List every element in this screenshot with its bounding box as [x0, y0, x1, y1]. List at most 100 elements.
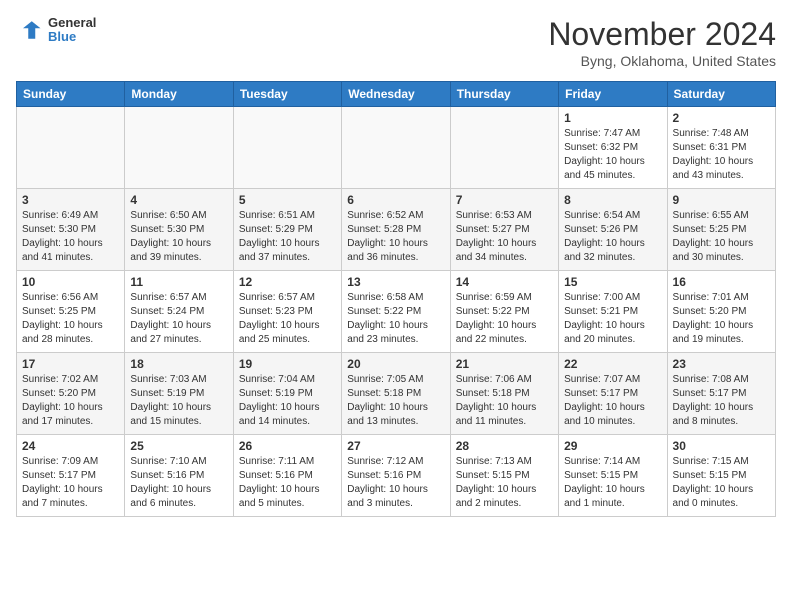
- day-cell: 16Sunrise: 7:01 AM Sunset: 5:20 PM Dayli…: [667, 271, 775, 353]
- day-info: Sunrise: 7:05 AM Sunset: 5:18 PM Dayligh…: [347, 373, 444, 429]
- week-row-1: 3 Sunrise: 6:49 AM Sunset: 5:30 PM Daylig…: [17, 189, 776, 271]
- day-info: Sunrise: 6:57 AM Sunset: 5:23 PM Dayligh…: [239, 291, 336, 347]
- day-number: 23: [673, 357, 770, 371]
- day-cell: [17, 107, 125, 189]
- day-number: 3: [22, 193, 119, 207]
- day-cell: 17 Sunrise: 7:02 AM Sunset: 5:20 PM Dayli…: [17, 353, 125, 435]
- day-number: 8: [564, 193, 661, 207]
- day-cell: 19 Sunrise: 7:04 AM Sunset: 5:19 PM Dayli…: [233, 353, 341, 435]
- day-cell: 7Sunrise: 6:53 AM Sunset: 5:27 PM Daylig…: [450, 189, 558, 271]
- day-cell: [342, 107, 450, 189]
- day-info: Sunrise: 7:07 AM Sunset: 5:17 PM Dayligh…: [564, 373, 661, 429]
- day-number: 21: [456, 357, 553, 371]
- day-number: 10: [22, 275, 119, 289]
- page-header: General Blue November 2024 Byng, Oklahom…: [16, 16, 776, 69]
- day-cell: 26Sunrise: 7:11 AM Sunset: 5:16 PM Dayli…: [233, 435, 341, 517]
- day-cell: 11Sunrise: 6:57 AM Sunset: 5:24 PM Dayli…: [125, 271, 233, 353]
- header-day-saturday: Saturday: [667, 82, 775, 107]
- day-info: Sunrise: 7:47 AM Sunset: 6:32 PM Dayligh…: [564, 127, 661, 183]
- day-cell: 3 Sunrise: 6:49 AM Sunset: 5:30 PM Daylig…: [17, 189, 125, 271]
- day-info: Sunrise: 6:59 AM Sunset: 5:22 PM Dayligh…: [456, 291, 553, 347]
- day-number: 30: [673, 439, 770, 453]
- day-info: Sunrise: 6:58 AM Sunset: 5:22 PM Dayligh…: [347, 291, 444, 347]
- day-number: 25: [130, 439, 227, 453]
- header-day-thursday: Thursday: [450, 82, 558, 107]
- day-info: Sunrise: 6:54 AM Sunset: 5:26 PM Dayligh…: [564, 209, 661, 265]
- day-info: Sunrise: 7:01 AM Sunset: 5:20 PM Dayligh…: [673, 291, 770, 347]
- header-day-sunday: Sunday: [17, 82, 125, 107]
- day-cell: 4Sunrise: 6:50 AM Sunset: 5:30 PM Daylig…: [125, 189, 233, 271]
- day-info: Sunrise: 7:14 AM Sunset: 5:15 PM Dayligh…: [564, 455, 661, 511]
- day-cell: 6Sunrise: 6:52 AM Sunset: 5:28 PM Daylig…: [342, 189, 450, 271]
- calendar-header: SundayMondayTuesdayWednesdayThursdayFrid…: [17, 82, 776, 107]
- header-day-tuesday: Tuesday: [233, 82, 341, 107]
- day-info: Sunrise: 7:10 AM Sunset: 5:16 PM Dayligh…: [130, 455, 227, 511]
- day-info: Sunrise: 7:13 AM Sunset: 5:15 PM Dayligh…: [456, 455, 553, 511]
- day-info: Sunrise: 6:49 AM Sunset: 5:30 PM Dayligh…: [22, 209, 119, 265]
- logo-icon: [16, 16, 44, 44]
- day-info: Sunrise: 6:55 AM Sunset: 5:25 PM Dayligh…: [673, 209, 770, 265]
- day-cell: 27 Sunrise: 7:12 AM Sunset: 5:16 PM Dayli…: [342, 435, 450, 517]
- day-cell: 15Sunrise: 7:00 AM Sunset: 5:21 PM Dayli…: [559, 271, 667, 353]
- day-info: Sunrise: 7:00 AM Sunset: 5:21 PM Dayligh…: [564, 291, 661, 347]
- day-number: 17: [22, 357, 119, 371]
- day-cell: 18 Sunrise: 7:03 AM Sunset: 5:19 PM Dayli…: [125, 353, 233, 435]
- day-number: 14: [456, 275, 553, 289]
- day-cell: 21 Sunrise: 7:06 AM Sunset: 5:18 PM Dayli…: [450, 353, 558, 435]
- day-cell: 12 Sunrise: 6:57 AM Sunset: 5:23 PM Dayli…: [233, 271, 341, 353]
- week-row-0: 1 Sunrise: 7:47 AM Sunset: 6:32 PM Daylig…: [17, 107, 776, 189]
- day-cell: 22Sunrise: 7:07 AM Sunset: 5:17 PM Dayli…: [559, 353, 667, 435]
- day-info: Sunrise: 6:51 AM Sunset: 5:29 PM Dayligh…: [239, 209, 336, 265]
- day-info: Sunrise: 7:48 AM Sunset: 6:31 PM Dayligh…: [673, 127, 770, 183]
- logo: General Blue: [16, 16, 96, 45]
- day-number: 7: [456, 193, 553, 207]
- day-number: 18: [130, 357, 227, 371]
- title-area: November 2024 Byng, Oklahoma, United Sta…: [548, 16, 776, 69]
- day-number: 1: [564, 111, 661, 125]
- header-day-monday: Monday: [125, 82, 233, 107]
- day-cell: 8 Sunrise: 6:54 AM Sunset: 5:26 PM Daylig…: [559, 189, 667, 271]
- day-cell: [125, 107, 233, 189]
- day-cell: 5 Sunrise: 6:51 AM Sunset: 5:29 PM Daylig…: [233, 189, 341, 271]
- day-number: 24: [22, 439, 119, 453]
- day-info: Sunrise: 7:08 AM Sunset: 5:17 PM Dayligh…: [673, 373, 770, 429]
- location: Byng, Oklahoma, United States: [548, 53, 776, 69]
- week-row-3: 17 Sunrise: 7:02 AM Sunset: 5:20 PM Dayli…: [17, 353, 776, 435]
- logo-text: General Blue: [48, 16, 96, 45]
- day-info: Sunrise: 7:12 AM Sunset: 5:16 PM Dayligh…: [347, 455, 444, 511]
- day-number: 5: [239, 193, 336, 207]
- day-info: Sunrise: 7:03 AM Sunset: 5:19 PM Dayligh…: [130, 373, 227, 429]
- day-info: Sunrise: 7:15 AM Sunset: 5:15 PM Dayligh…: [673, 455, 770, 511]
- header-day-wednesday: Wednesday: [342, 82, 450, 107]
- day-cell: 2 Sunrise: 7:48 AM Sunset: 6:31 PM Daylig…: [667, 107, 775, 189]
- week-row-4: 24Sunrise: 7:09 AM Sunset: 5:17 PM Dayli…: [17, 435, 776, 517]
- day-info: Sunrise: 7:06 AM Sunset: 5:18 PM Dayligh…: [456, 373, 553, 429]
- day-number: 12: [239, 275, 336, 289]
- day-number: 9: [673, 193, 770, 207]
- calendar-body: 1 Sunrise: 7:47 AM Sunset: 6:32 PM Daylig…: [17, 107, 776, 517]
- day-cell: 24Sunrise: 7:09 AM Sunset: 5:17 PM Dayli…: [17, 435, 125, 517]
- day-cell: 25 Sunrise: 7:10 AM Sunset: 5:16 PM Dayli…: [125, 435, 233, 517]
- day-number: 26: [239, 439, 336, 453]
- day-cell: 9 Sunrise: 6:55 AM Sunset: 5:25 PM Daylig…: [667, 189, 775, 271]
- day-number: 27: [347, 439, 444, 453]
- header-row: SundayMondayTuesdayWednesdayThursdayFrid…: [17, 82, 776, 107]
- day-cell: 28Sunrise: 7:13 AM Sunset: 5:15 PM Dayli…: [450, 435, 558, 517]
- day-info: Sunrise: 7:02 AM Sunset: 5:20 PM Dayligh…: [22, 373, 119, 429]
- day-info: Sunrise: 6:57 AM Sunset: 5:24 PM Dayligh…: [130, 291, 227, 347]
- logo-line2: Blue: [48, 30, 96, 44]
- day-cell: 23 Sunrise: 7:08 AM Sunset: 5:17 PM Dayli…: [667, 353, 775, 435]
- day-cell: 10 Sunrise: 6:56 AM Sunset: 5:25 PM Dayli…: [17, 271, 125, 353]
- day-number: 2: [673, 111, 770, 125]
- calendar-table: SundayMondayTuesdayWednesdayThursdayFrid…: [16, 81, 776, 517]
- day-number: 13: [347, 275, 444, 289]
- month-title: November 2024: [548, 16, 776, 53]
- week-row-2: 10 Sunrise: 6:56 AM Sunset: 5:25 PM Dayli…: [17, 271, 776, 353]
- day-number: 19: [239, 357, 336, 371]
- day-info: Sunrise: 6:56 AM Sunset: 5:25 PM Dayligh…: [22, 291, 119, 347]
- day-info: Sunrise: 7:04 AM Sunset: 5:19 PM Dayligh…: [239, 373, 336, 429]
- day-cell: 20 Sunrise: 7:05 AM Sunset: 5:18 PM Dayli…: [342, 353, 450, 435]
- day-info: Sunrise: 6:52 AM Sunset: 5:28 PM Dayligh…: [347, 209, 444, 265]
- day-number: 20: [347, 357, 444, 371]
- day-cell: [450, 107, 558, 189]
